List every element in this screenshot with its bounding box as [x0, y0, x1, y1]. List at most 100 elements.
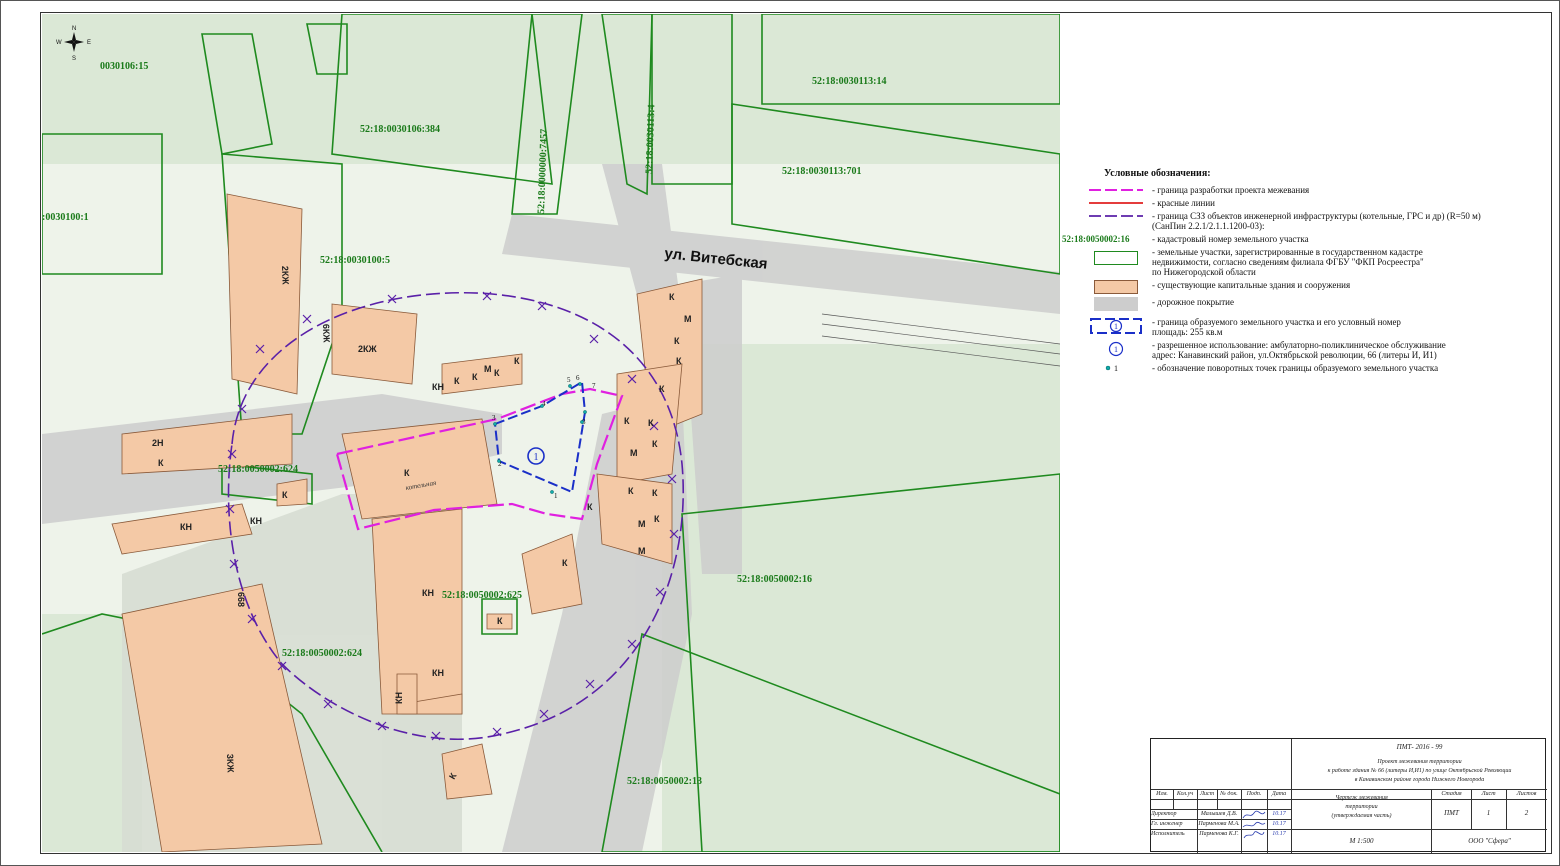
building-label-0: 2КЖ — [280, 266, 291, 286]
point-label-3: 3 — [492, 414, 496, 422]
building-label-12: К — [659, 384, 665, 394]
building-label-27: КН — [180, 522, 192, 532]
building-label-21: К — [587, 502, 593, 512]
building-label-35: К — [497, 616, 503, 626]
red-line-symbol — [1080, 198, 1152, 208]
legend-text-8b: адрес: Канавинский район, ул.Октябрьской… — [1152, 350, 1437, 360]
building-label-31: КН — [394, 692, 404, 704]
building-label-15: М — [630, 448, 638, 458]
cadastral-label-4: 52:18:0030113:14 — [812, 76, 886, 87]
legend-text-2a: - граница СЗЗ объектов инженерной инфрас… — [1152, 211, 1481, 221]
stamp-date-0: 10.17 — [1272, 811, 1286, 817]
stamp-date-1: 10.17 — [1272, 821, 1286, 827]
point-label-1: 1 — [554, 492, 558, 500]
stamp-sheet-title-1: Чертеж межевания — [1335, 795, 1388, 801]
building-label-1: 2КЖ — [358, 344, 377, 354]
cadastral-label-11: 52:18:0050002:16 — [737, 574, 812, 585]
building-label-37: 668 — [236, 592, 246, 607]
stamp-header-0: Изм. — [1156, 791, 1168, 797]
map-svg: 1 1 2 3 4 5 6 7 8 ул. Витебская 0030106:… — [42, 14, 1060, 852]
map-area[interactable]: 1 1 2 3 4 5 6 7 8 ул. Витебская 0030106:… — [42, 14, 1060, 852]
legend-text-5: - существующие капитальные здания и соор… — [1152, 280, 1351, 290]
building-label-16: К — [652, 439, 658, 449]
stamp-header-2: Лист — [1199, 791, 1215, 797]
building-label-17: К — [628, 486, 634, 496]
building-label-14: К — [648, 418, 654, 428]
new-parcel-symbol: 1 — [1080, 317, 1152, 335]
stamp-sheet-header: Лист — [1481, 791, 1496, 797]
building-label-26: К — [158, 458, 164, 468]
point-label-5: 5 — [567, 376, 571, 384]
point-label-6: 6 — [576, 374, 580, 382]
building-label-9: К — [674, 336, 680, 346]
legend-text-7b: площадь: 255 кв.м — [1152, 327, 1223, 337]
building-label-11: К — [676, 356, 682, 366]
road-symbol — [1080, 297, 1152, 311]
stamp-sheets-header: Листов — [1516, 791, 1537, 797]
cadastral-label-10: 52:18:0050002:624 — [282, 648, 362, 659]
cadastral-label-6: :0030100:1 — [42, 212, 89, 223]
cadastral-label-8: 52:18:0050002:624 — [218, 464, 298, 475]
legend-text-4c: по Нижегородской области — [1152, 267, 1256, 277]
legend: Условные обозначения: - граница разработ… — [1062, 168, 1540, 376]
legend-title: Условные обозначения: — [1104, 168, 1211, 179]
legend-text-3: - кадастровый номер земельного участка — [1152, 234, 1309, 244]
cadastral-label-9: 52:18:0050002:625 — [442, 590, 522, 601]
building-label-19: К — [652, 488, 658, 498]
stamp-header-1: Кол.уч — [1176, 791, 1194, 797]
stamp-project-title-3: в Канавинском районе города Нижнего Новг… — [1354, 777, 1485, 783]
legend-text-1: - красные линии — [1152, 198, 1215, 208]
stamp-code: ПМТ- 2016 - 99 — [1396, 743, 1443, 751]
compass-n: N — [72, 26, 76, 32]
building-2kzh-1 — [226, 193, 303, 395]
legend-item-buildings: - существующие капитальные здания и соор… — [1080, 280, 1540, 294]
turning-point-symbol: 1 — [1080, 363, 1152, 373]
stamp-name-0: Малышев Д.В. — [1200, 811, 1238, 817]
legend-text-0: - граница разработки проекта межевания — [1152, 185, 1310, 195]
building-label-7: КН — [432, 382, 444, 392]
cadastral-label-0: 0030106:15 — [100, 61, 148, 72]
stamp-header-4: Подп. — [1246, 791, 1262, 797]
building-label-32: 3КЖ — [225, 754, 236, 774]
cadastral-number-sample: 52:18:0050002:16 — [1062, 234, 1130, 244]
legend-item-registered-parcels: - земельные участки, зарегистрированные … — [1080, 247, 1540, 277]
stamp-date-2: 10.17 — [1272, 831, 1286, 837]
stamp-name-2: Парменова К.Г. — [1199, 831, 1239, 837]
building-label-10: М — [684, 314, 692, 324]
building-label-5: М — [484, 364, 492, 374]
legend-item-permitted-use: 1 - разрешенное использование: амбулатор… — [1080, 340, 1540, 360]
legend-text-4a: - земельные участки, зарегистрированные … — [1152, 247, 1423, 257]
signature-0 — [1241, 810, 1267, 820]
building-label-36: 6КЖ — [321, 324, 332, 344]
title-block: ПМТ- 2016 - 99 Проект межевания территор… — [1150, 738, 1547, 853]
cadastral-label-7: 52:18:0030100:5 — [320, 255, 390, 266]
legend-item-project-boundary: - граница разработки проекта межевания — [1080, 185, 1540, 195]
permitted-use-number: 1 — [1114, 345, 1118, 354]
building-label-20: К — [654, 514, 660, 524]
stamp-sheet: 1 — [1486, 809, 1491, 817]
legend-item-turning-points: 1 - обозначение поворотных точек границы… — [1080, 363, 1540, 373]
compass-e: E — [87, 40, 91, 46]
building-label-8: К — [454, 376, 460, 386]
building-label-30: КН — [432, 668, 444, 678]
building-label-29: КН — [422, 588, 434, 598]
signature-1 — [1241, 820, 1267, 830]
stamp-sheet-title-3: (утверждаемая часть) — [1331, 813, 1392, 819]
legend-text-7a: - граница образуемого земельного участка… — [1152, 317, 1401, 327]
project-boundary-symbol — [1080, 185, 1152, 195]
registered-parcel-symbol — [1080, 247, 1152, 265]
stamp-role-0: Директор — [1151, 811, 1177, 817]
legend-text-4b: недвижимости, согласно сведениям филиала… — [1152, 257, 1424, 267]
building-label-23: М — [638, 546, 646, 556]
stamp-sheet-title-2: территории — [1345, 804, 1378, 810]
point-label-7: 7 — [592, 382, 596, 390]
stamp-sheets: 2 — [1524, 809, 1529, 817]
cadastral-label-12: 52:18:0050002:13 — [627, 776, 702, 787]
sanitary-zone-symbol — [1080, 211, 1152, 221]
legend-item-road: - дорожное покрытие — [1080, 297, 1540, 311]
stamp-org: ООО "Сфера" — [1468, 837, 1511, 845]
building-label-25: 2Н — [152, 438, 164, 448]
building-label-24: К — [404, 468, 410, 478]
building-label-3: К — [494, 368, 500, 378]
compass-w: W — [56, 40, 62, 46]
